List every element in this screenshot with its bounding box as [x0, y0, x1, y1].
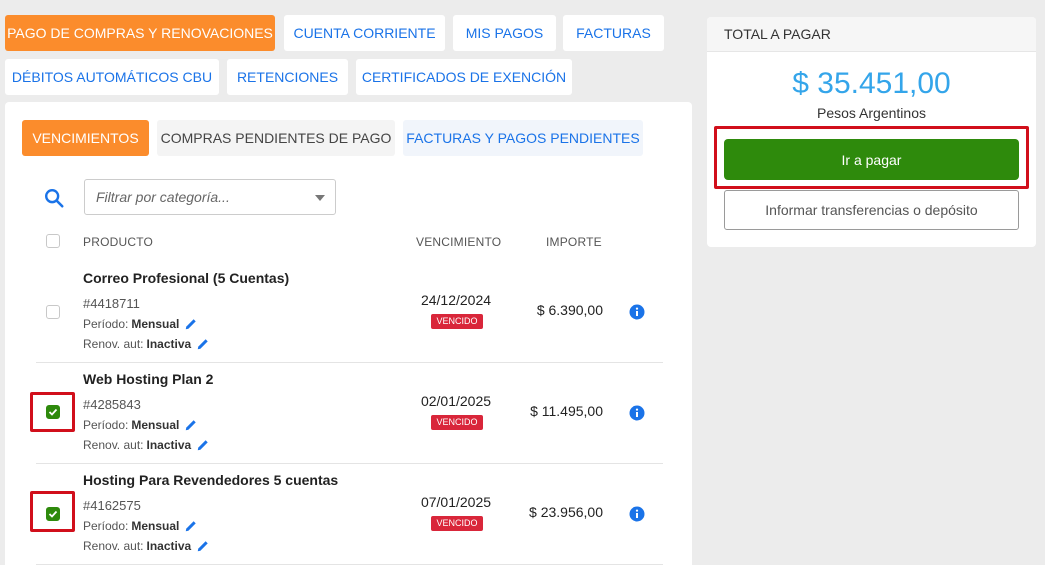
product-id: #4162575 — [83, 498, 141, 513]
product-id: #4418711 — [83, 296, 140, 311]
amount: $ 6.390,00 — [536, 302, 603, 318]
renov-line: Renov. aut: Inactiva — [83, 539, 210, 553]
tab-retenciones[interactable]: RETENCIONES — [227, 59, 348, 95]
edit-pencil-icon[interactable] — [196, 438, 210, 452]
product-name: Correo Profesional (5 Cuentas) — [83, 270, 290, 286]
amount: $ 11.495,00 — [530, 403, 603, 419]
header-vencimiento: VENCIMIENTO — [416, 235, 502, 249]
renov-value: Inactiva — [146, 337, 192, 351]
info-icon[interactable] — [629, 304, 645, 320]
highlight-box — [30, 491, 75, 532]
edit-pencil-icon[interactable] — [184, 418, 198, 432]
period-label: Período: — [83, 519, 129, 533]
renov-line: Renov. aut: Inactiva — [83, 438, 210, 452]
tab-mis-pagos[interactable]: MIS PAGOS — [453, 15, 556, 51]
status-badge: VENCIDO — [431, 314, 483, 329]
select-all-checkbox[interactable] — [46, 234, 60, 248]
report-transfer-button[interactable]: Informar transferencias o depósito — [724, 190, 1019, 230]
amount: $ 23.956,00 — [529, 504, 603, 520]
due-date: 24/12/2024 — [420, 292, 492, 308]
tab-pago-compras[interactable]: PAGO DE COMPRAS Y RENOVACIONES — [5, 15, 275, 51]
highlight-box — [714, 126, 1029, 189]
tab-certificados[interactable]: CERTIFICADOS DE EXENCIÓN — [356, 59, 572, 95]
table-row: Web Hosting Plan 2 #4285843 Período: Men… — [36, 363, 663, 464]
filter-placeholder: Filtrar por categoría... — [96, 189, 230, 205]
renov-value: Inactiva — [146, 438, 192, 452]
period-label: Período: — [83, 317, 129, 331]
renov-label: Renov. aut: — [83, 337, 144, 351]
subtab-facturas-pagos[interactable]: FACTURAS Y PAGOS PENDIENTES — [403, 120, 643, 156]
subtab-vencimientos[interactable]: VENCIMIENTOS — [22, 120, 149, 156]
header-producto: PRODUCTO — [83, 235, 154, 249]
period-label: Período: — [83, 418, 129, 432]
product-id: #4285843 — [83, 397, 141, 412]
period-value: Mensual — [131, 418, 180, 432]
period-value: Mensual — [131, 317, 180, 331]
renov-label: Renov. aut: — [83, 438, 144, 452]
period-line: Período: Mensual — [83, 519, 198, 533]
product-name: Web Hosting Plan 2 — [83, 371, 214, 387]
category-filter-select[interactable]: Filtrar por categoría... — [84, 179, 336, 215]
due-date: 02/01/2025 — [420, 393, 492, 409]
total-amount: $ 35.451,00 — [792, 67, 951, 100]
renov-line: Renov. aut: Inactiva — [83, 337, 210, 351]
subtab-compras-pendientes[interactable]: COMPRAS PENDIENTES DE PAGO — [157, 120, 395, 156]
edit-pencil-icon[interactable] — [184, 519, 198, 533]
currency-label: Pesos Argentinos — [817, 105, 926, 121]
search-icon[interactable] — [43, 187, 65, 209]
info-icon[interactable] — [629, 506, 645, 522]
tab-debitos-cbu[interactable]: DÉBITOS AUTOMÁTICOS CBU — [5, 59, 219, 95]
highlight-box — [30, 392, 75, 432]
table-row: Correo Profesional (5 Cuentas) #4418711 … — [36, 262, 663, 363]
tab-cuenta-corriente[interactable]: CUENTA CORRIENTE — [284, 15, 445, 51]
row-checkbox[interactable] — [46, 305, 60, 319]
tab-facturas[interactable]: FACTURAS — [563, 15, 664, 51]
info-icon[interactable] — [629, 405, 645, 421]
table-row: Hosting Para Revendedores 5 cuentas #416… — [36, 464, 663, 565]
status-badge: VENCIDO — [431, 415, 483, 430]
renov-label: Renov. aut: — [83, 539, 144, 553]
product-name: Hosting Para Revendedores 5 cuentas — [83, 472, 339, 488]
period-line: Período: Mensual — [83, 418, 198, 432]
renov-value: Inactiva — [146, 539, 192, 553]
due-date: 07/01/2025 — [420, 494, 492, 510]
status-badge: VENCIDO — [431, 516, 483, 531]
edit-pencil-icon[interactable] — [196, 337, 210, 351]
period-line: Período: Mensual — [83, 317, 198, 331]
main-panel: VENCIMIENTOS COMPRAS PENDIENTES DE PAGO … — [5, 102, 692, 565]
chevron-down-icon — [315, 195, 325, 201]
summary-header: TOTAL A PAGAR — [707, 17, 1036, 52]
header-importe: IMPORTE — [546, 235, 602, 249]
period-value: Mensual — [131, 519, 180, 533]
edit-pencil-icon[interactable] — [196, 539, 210, 553]
edit-pencil-icon[interactable] — [184, 317, 198, 331]
